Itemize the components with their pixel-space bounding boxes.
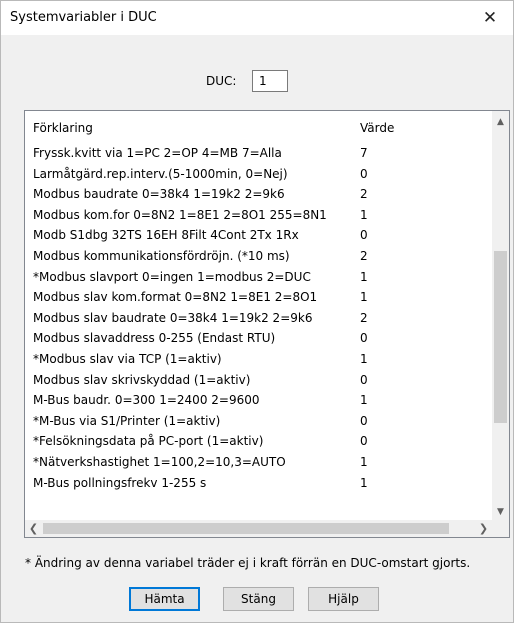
variable-value: 0 [360,331,368,346]
vertical-scroll-thumb[interactable] [494,251,507,423]
help-button[interactable]: Hjälp [308,587,379,611]
list-item[interactable]: Fryssk.kvitt via 1=PC 2=OP 4=MB 7=Alla 7 [33,143,493,164]
variable-description: M-Bus pollningsfrekv 1-255 s [33,475,207,490]
system-variables-list[interactable]: Förklaring Värde Fryssk.kvitt via 1=PC 2… [24,110,510,538]
fetch-button[interactable]: Hämta [129,587,200,611]
variable-description: *M-Bus via S1/Printer (1=aktiv) [33,413,221,428]
variable-description: Modbus kom.for 0=8N2 1=8E1 2=8O1 255=8N1 [33,207,327,222]
variable-description: Modbus slav skrivskyddad (1=aktiv) [33,372,251,387]
variable-value: 1 [360,269,368,284]
list-item[interactable]: *M-Bus via S1/Printer (1=aktiv) 0 [33,411,493,432]
variable-value: 1 [360,475,368,490]
vertical-scrollbar[interactable]: ▲ ▼ [492,111,509,520]
list-item[interactable]: Larmåtgärd.rep.interv.(5-1000min, 0=Nej)… [33,164,493,185]
restart-note: * Ändring av denna variabel träder ej i … [25,556,471,570]
list-item[interactable]: M-Bus baudr. 0=300 1=2400 2=9600 1 [33,390,493,411]
scroll-up-button[interactable]: ▲ [492,113,509,130]
list-item[interactable]: *Felsökningsdata på PC-port (1=aktiv) 0 [33,431,493,452]
variable-description: Modbus slav kom.format 0=8N2 1=8E1 2=8O1 [33,290,318,305]
list-item[interactable]: Modbus kommunikationsfördröjn. (*10 ms) 2 [33,246,493,267]
variable-description: *Modbus slavport 0=ingen 1=modbus 2=DUC [33,269,311,284]
variable-value: 7 [360,146,368,160]
chevron-down-icon: ▼ [497,506,504,517]
variable-description: Modbus kommunikationsfördröjn. (*10 ms) [33,248,290,263]
list-item[interactable]: Modbus slav skrivskyddad (1=aktiv) 0 [33,370,493,391]
chevron-up-icon: ▲ [497,116,504,127]
column-header-value[interactable]: Värde [360,121,394,135]
list-item[interactable]: *Modbus slavport 0=ingen 1=modbus 2=DUC 1 [33,267,493,288]
duc-label: DUC: [206,74,237,88]
variable-value: 1 [360,454,368,469]
list-item[interactable]: Modbus baudrate 0=38k4 1=19k2 2=9k6 2 [33,184,493,205]
variable-value: 1 [360,290,368,305]
variable-value: 1 [360,393,368,408]
scroll-right-button[interactable]: ❯ [475,520,492,537]
variable-description: Modbus slav baudrate 0=38k4 1=19k2 2=9k6 [33,310,313,325]
variable-description: Modbus baudrate 0=38k4 1=19k2 2=9k6 [33,187,285,202]
variable-description: *Felsökningsdata på PC-port (1=aktiv) [33,434,264,449]
variable-description: *Nätverkshastighet 1=100,2=10,3=AUTO [33,454,286,469]
list-rows: Fryssk.kvitt via 1=PC 2=OP 4=MB 7=Alla 7 L… [33,143,493,493]
list-item[interactable]: Modb S1dbg 32TS 16EH 8Filt 4Cont 2Tx 1Rx… [33,225,493,246]
variable-description: M-Bus baudr. 0=300 1=2400 2=9600 [33,393,260,408]
title-bar: Systemvariabler i DUC ✕ [1,1,513,35]
list-item[interactable]: Modbus kom.for 0=8N2 1=8E1 2=8O1 255=8N1… [33,205,493,226]
variable-value: 2 [360,248,368,263]
duc-number-input[interactable] [252,70,288,92]
variable-value: 0 [360,228,368,243]
duc-selector: DUC: [1,69,513,95]
list-item[interactable]: Modbus slavaddress 0-255 (Endast RTU) 0 [33,328,493,349]
close-button[interactable]: Stäng [223,587,294,611]
list-item[interactable]: Modbus slav baudrate 0=38k4 1=19k2 2=9k6… [33,308,493,329]
close-icon: ✕ [482,8,498,28]
list-header: Förklaring Värde [33,121,503,141]
variable-value: 1 [360,207,368,222]
scrollbar-corner [492,520,509,537]
variable-description: Fryssk.kvitt via 1=PC 2=OP 4=MB 7=Alla [33,146,282,160]
variable-description: Larmåtgärd.rep.interv.(5-1000min, 0=Nej) [33,166,288,181]
list-item[interactable]: *Nätverkshastighet 1=100,2=10,3=AUTO 1 [33,452,493,473]
scroll-down-button[interactable]: ▼ [492,503,509,520]
variable-value: 0 [360,413,368,428]
scroll-left-button[interactable]: ❮ [25,520,42,537]
variable-value: 0 [360,372,368,387]
variable-value: 1 [360,351,368,366]
variable-description: Modbus slavaddress 0-255 (Endast RTU) [33,331,276,346]
horizontal-scroll-thumb[interactable] [43,523,449,534]
variable-description: *Modbus slav via TCP (1=aktiv) [33,351,222,366]
chevron-right-icon: ❯ [478,522,489,535]
window-title: Systemvariabler i DUC [10,10,157,25]
column-header-description[interactable]: Förklaring [33,121,93,135]
close-window-button[interactable]: ✕ [467,1,513,35]
variable-value: 2 [360,187,368,202]
variable-value: 0 [360,166,368,181]
horizontal-scrollbar[interactable]: ❮ ❯ [25,520,492,537]
variable-value: 0 [360,434,368,449]
list-item[interactable]: *Modbus slav via TCP (1=aktiv) 1 [33,349,493,370]
chevron-left-icon: ❮ [28,522,39,535]
variable-value: 2 [360,310,368,325]
list-item[interactable]: Modbus slav kom.format 0=8N2 1=8E1 2=8O1… [33,287,493,308]
list-item[interactable]: M-Bus pollningsfrekv 1-255 s 1 [33,473,493,494]
variable-description: Modb S1dbg 32TS 16EH 8Filt 4Cont 2Tx 1Rx [33,228,299,243]
dialog-window: Systemvariabler i DUC ✕ DUC: Förklaring … [0,0,514,623]
